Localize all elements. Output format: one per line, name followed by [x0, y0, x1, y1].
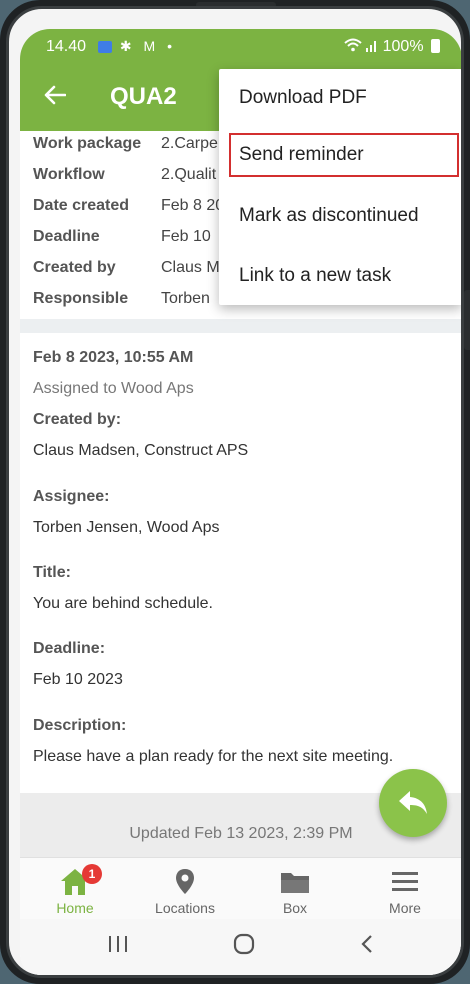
- info-key: Workflow: [33, 166, 105, 183]
- title-label: Title:: [33, 564, 71, 581]
- status-bar: 14.40 ✱ M • 100%: [20, 29, 461, 65]
- info-value: Feb 10: [161, 228, 211, 245]
- nav-item-home[interactable]: 1 Home: [20, 858, 130, 920]
- info-key: Work package: [33, 135, 142, 152]
- created-by-value: Claus Madsen, Construct APS: [33, 442, 249, 459]
- menu-item-download-pdf[interactable]: Download PDF: [219, 69, 461, 127]
- info-row-work-package: Work package 2.Carpe: [33, 135, 218, 159]
- overflow-menu: Download PDF Send reminder Mark as disco…: [219, 69, 461, 305]
- system-back-icon[interactable]: [348, 933, 388, 963]
- section-divider: [20, 319, 461, 333]
- battery-icon: [431, 39, 440, 53]
- message-assigned: Assigned to Wood Aps: [33, 380, 194, 397]
- info-value: Feb 8 20: [161, 197, 225, 214]
- reply-icon: [399, 791, 427, 814]
- nav-label: Locations: [155, 900, 215, 916]
- page-title: QUA2: [110, 83, 177, 110]
- info-row-workflow: Workflow 2.Qualit: [33, 166, 216, 190]
- nav-item-box[interactable]: Box: [240, 858, 350, 920]
- signal-icon: [366, 38, 382, 55]
- hamburger-menu-icon: [390, 868, 420, 896]
- wifi-icon: [344, 38, 366, 55]
- home-button-icon[interactable]: [224, 933, 264, 963]
- assignee-label: Assignee:: [33, 488, 110, 505]
- back-arrow-icon[interactable]: [44, 81, 67, 111]
- info-value: 2.Carpe: [161, 135, 218, 152]
- deadline-value: Feb 10 2023: [33, 671, 123, 688]
- info-key: Deadline: [33, 228, 100, 245]
- status-notification-icons: ✱ M •: [98, 38, 176, 55]
- gmail-icon: M: [143, 38, 160, 54]
- notification-badge: 1: [82, 864, 102, 884]
- info-key: Responsible: [33, 290, 129, 307]
- status-right: 100%: [344, 38, 440, 56]
- nav-item-more[interactable]: More: [350, 858, 460, 920]
- battery-percent: 100%: [382, 38, 424, 55]
- recent-apps-icon[interactable]: [98, 933, 138, 963]
- nav-label: More: [389, 900, 421, 916]
- reply-button[interactable]: [379, 769, 447, 837]
- location-pin-icon: [170, 868, 200, 896]
- calendar-icon: [98, 41, 112, 54]
- menu-item-mark-discontinued[interactable]: Mark as discontinued: [219, 187, 461, 245]
- info-key: Date created: [33, 197, 130, 214]
- info-value: 2.Qualit: [161, 166, 217, 183]
- deadline-label: Deadline:: [33, 640, 106, 657]
- nav-item-locations[interactable]: Locations: [130, 858, 240, 920]
- system-navigation-bar: [20, 919, 461, 975]
- screen: 14.40 ✱ M • 100% QUA2 Work package 2.Car…: [20, 29, 461, 975]
- status-time: 14.40: [46, 38, 87, 55]
- message-timestamp: Feb 8 2023, 10:55 AM: [33, 349, 194, 366]
- bottom-navigation: 1 Home Locations Box More: [20, 857, 461, 920]
- dot-icon: •: [167, 38, 176, 54]
- title-value: You are behind schedule.: [33, 595, 213, 612]
- phone-frame: 14.40 ✱ M • 100% QUA2 Work package 2.Car…: [0, 0, 470, 984]
- menu-item-send-reminder[interactable]: Send reminder: [229, 133, 459, 177]
- created-by-label: Created by:: [33, 411, 122, 428]
- nav-label: Box: [282, 900, 308, 916]
- info-row-created-by: Created by Claus M: [33, 259, 220, 283]
- info-row-date-created: Date created Feb 8 20: [33, 197, 224, 221]
- info-key: Created by: [33, 259, 116, 276]
- phone-side-button: [464, 290, 470, 350]
- info-row-deadline: Deadline Feb 10: [33, 228, 211, 252]
- assignee-value: Torben Jensen, Wood Aps: [33, 519, 220, 536]
- menu-item-link-new-task[interactable]: Link to a new task: [219, 247, 461, 305]
- folder-icon: [280, 868, 310, 896]
- description-value: Please have a plan ready for the next si…: [33, 748, 394, 765]
- gear-icon: ✱: [119, 38, 136, 54]
- info-row-responsible: Responsible Torben: [33, 290, 210, 314]
- info-value: Torben: [161, 290, 210, 307]
- description-label: Description:: [33, 717, 127, 734]
- nav-label: Home: [56, 900, 94, 916]
- info-value: Claus M: [161, 259, 220, 276]
- phone-bezel: 14.40 ✱ M • 100% QUA2 Work package 2.Car…: [6, 6, 464, 978]
- message-card: Feb 8 2023, 10:55 AM Assigned to Wood Ap…: [20, 333, 461, 793]
